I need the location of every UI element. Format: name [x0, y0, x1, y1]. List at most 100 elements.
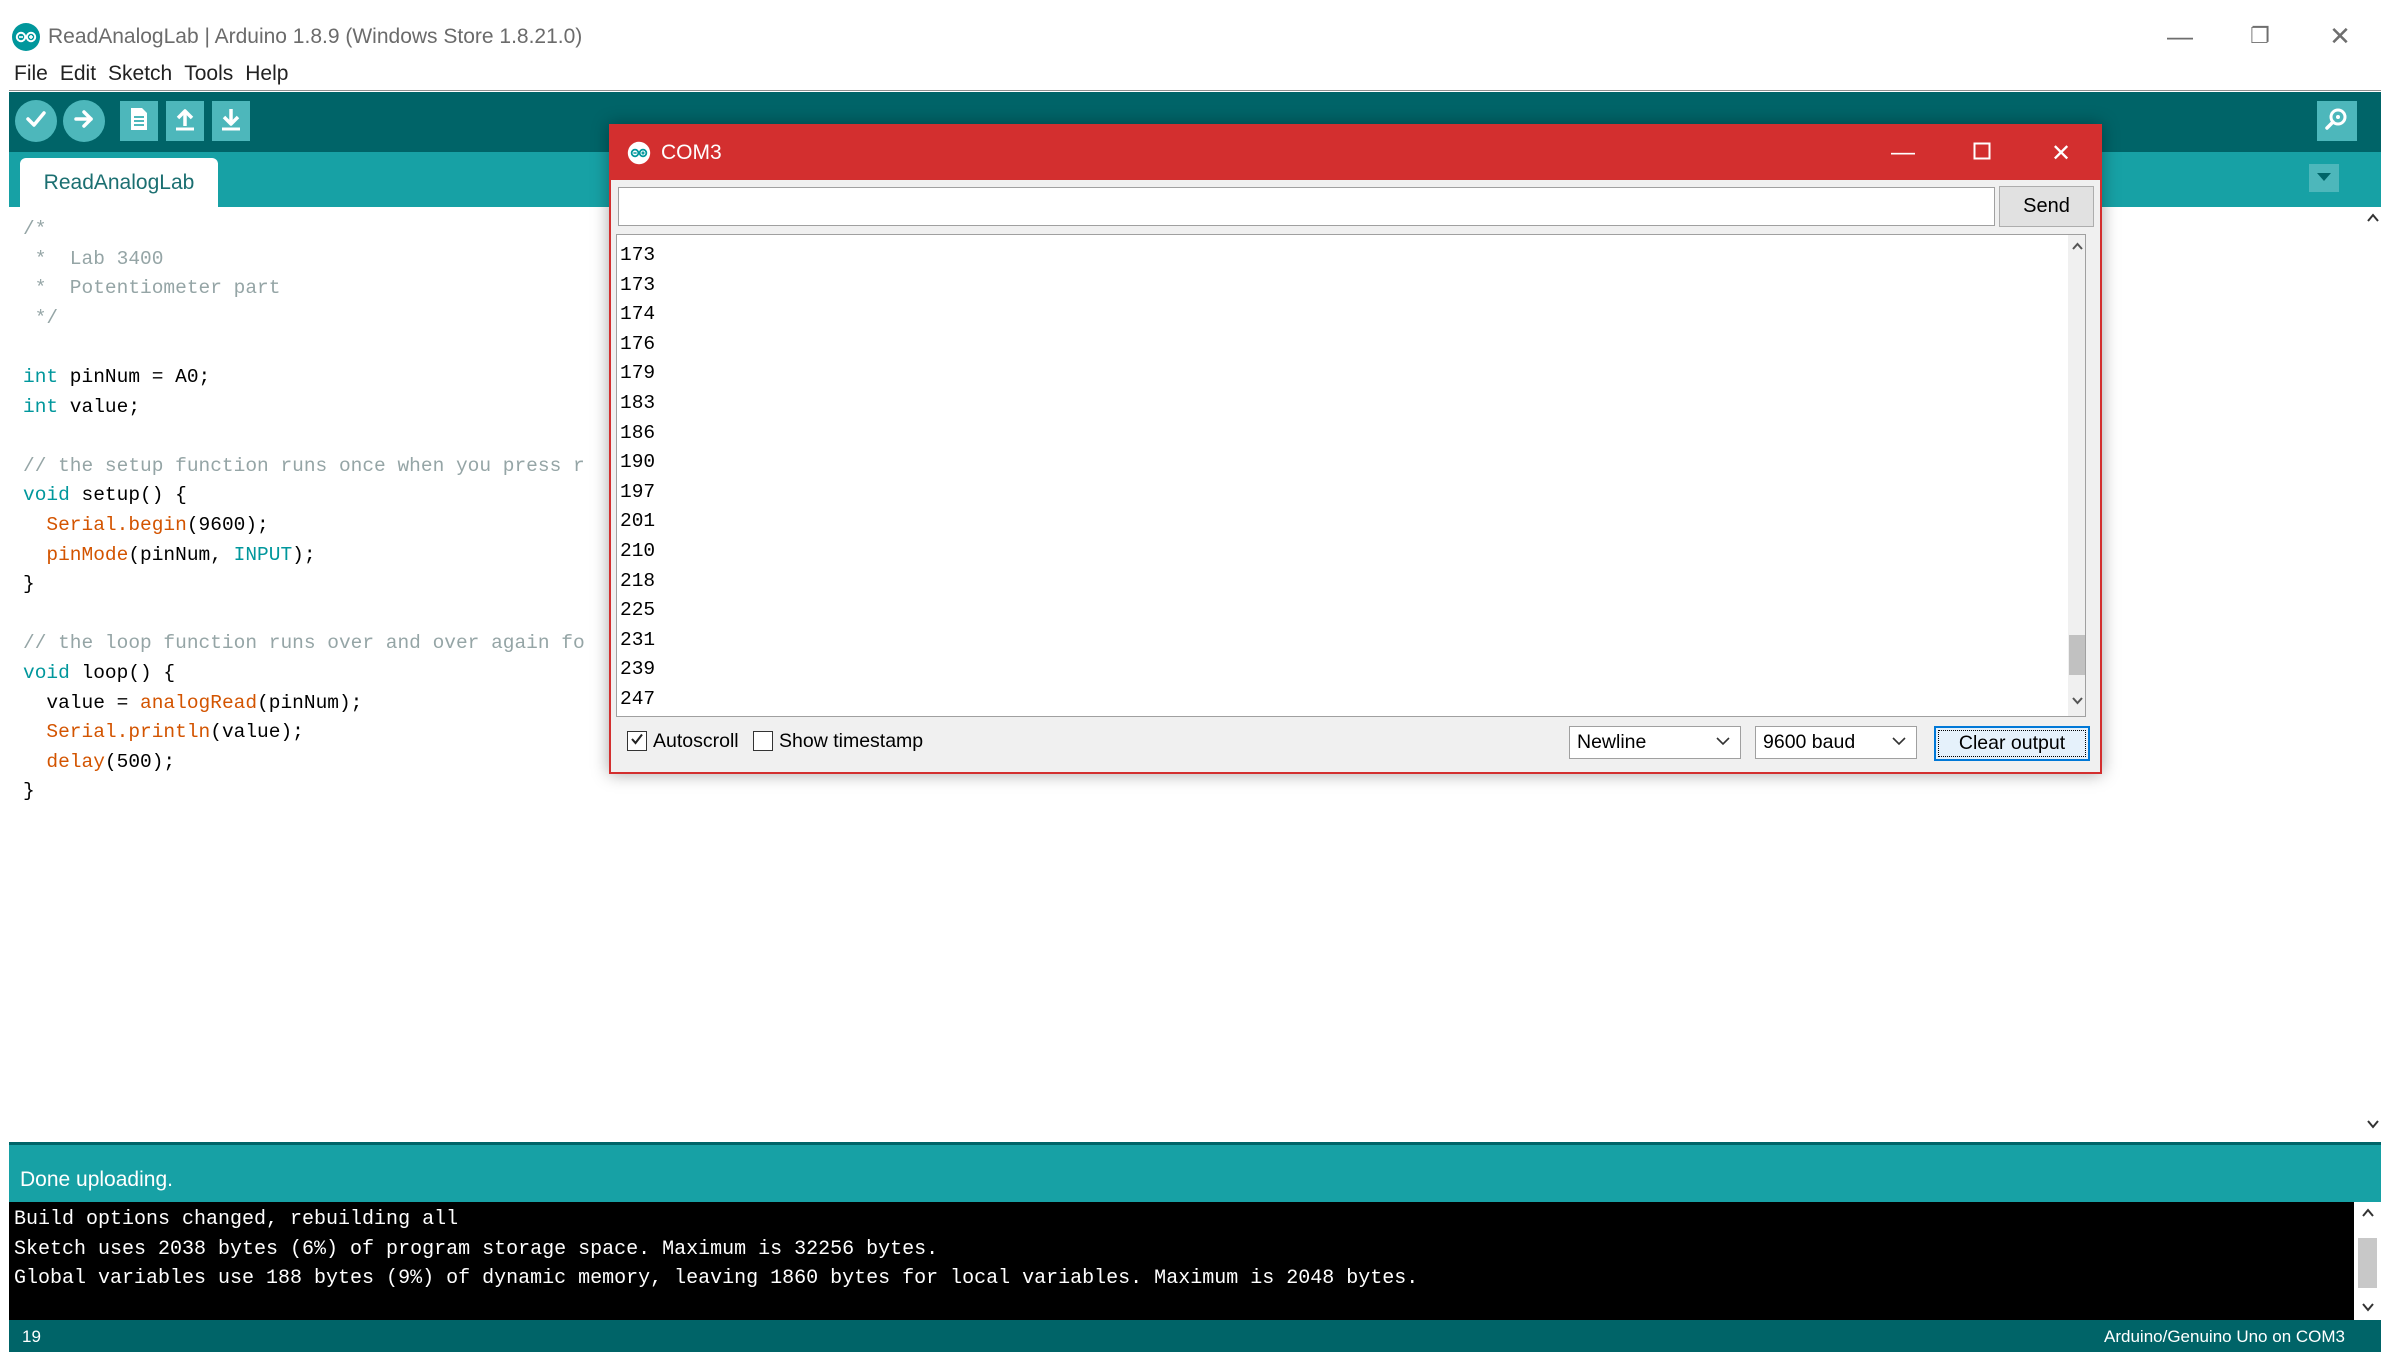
minimize-button[interactable]: — [2140, 14, 2220, 58]
code-line: } [23, 573, 35, 596]
code-line: } [23, 780, 35, 803]
serial-output-text: 173 173 174 176 179 183 186 190 197 201 210 218 225 2… [620, 241, 655, 715]
save-icon [219, 106, 243, 137]
editor-scrollbar[interactable] [2364, 207, 2381, 1142]
serial-scroll-thumb[interactable] [2069, 635, 2085, 675]
checkmark-icon [629, 731, 645, 752]
baud-rate-select[interactable]: 9600 baud [1755, 726, 1917, 759]
console-scrollbar[interactable] [2354, 1202, 2381, 1320]
menu-divider [9, 90, 2381, 91]
code-line: void setup() { [23, 484, 187, 507]
scroll-up-icon[interactable] [2070, 240, 2085, 252]
magnifier-icon [2323, 105, 2351, 138]
maximize-icon [1973, 139, 1991, 167]
close-button[interactable]: ✕ [2300, 14, 2380, 58]
code-line: int pinNum = A0; [23, 365, 211, 388]
clear-output-button[interactable]: Clear output [1934, 726, 2090, 761]
board-port-info: Arduino/Genuino Uno on COM3 [2104, 1327, 2345, 1346]
serial-line: 231 [620, 628, 656, 651]
serial-monitor-window: COM3 — ✕ Send 173 173 174 176 179 183 186 190 19… [609, 124, 2102, 774]
console-line: Sketch uses 2038 bytes (6%) of program s… [14, 1237, 939, 1261]
serial-send-input[interactable] [618, 187, 1995, 226]
chevron-down-icon [1892, 733, 1906, 750]
serial-line: 225 [620, 599, 656, 622]
arduino-logo-icon [627, 141, 651, 165]
verify-button[interactable] [15, 100, 57, 142]
code-line: void loop() { [23, 661, 176, 684]
serial-monitor-titlebar[interactable]: COM3 — ✕ [611, 126, 2100, 180]
new-icon [128, 106, 150, 137]
serial-line: 176 [620, 332, 656, 355]
console-line: Global variables use 188 bytes (9%) of d… [14, 1267, 1419, 1290]
open-button[interactable] [166, 101, 204, 141]
send-button[interactable]: Send [1999, 186, 2094, 227]
code-line: int value; [23, 395, 141, 418]
window-title: ReadAnalogLab | Arduino 1.8.9 (Windows S… [48, 25, 583, 48]
tab-readanaloglab[interactable]: ReadAnalogLab [20, 158, 218, 207]
menu-bar: File Edit Sketch Tools Help [0, 58, 2384, 90]
serial-line: 179 [620, 362, 656, 385]
menu-sketch[interactable]: Sketch [108, 59, 172, 89]
code-line: ​ [23, 422, 585, 452]
code-line: // the setup function runs once when you… [23, 454, 585, 477]
serial-monitor-button[interactable] [2317, 101, 2357, 141]
show-timestamp-label[interactable]: Show timestamp [779, 728, 923, 754]
sm-minimize-button[interactable]: — [1873, 129, 1933, 177]
serial-line: 247 [620, 687, 656, 710]
baud-rate-value: 9600 baud [1763, 731, 1856, 753]
sm-close-button[interactable]: ✕ [2031, 129, 2091, 177]
close-icon: ✕ [2329, 20, 2351, 51]
console-line: Build options changed, rebuilding all [14, 1208, 459, 1231]
status-bar: Done uploading. [9, 1142, 2381, 1202]
serial-line: 201 [620, 510, 656, 533]
minimize-icon: — [1891, 139, 1915, 166]
serial-line: 218 [620, 569, 656, 592]
console-scroll-thumb[interactable] [2358, 1238, 2377, 1288]
tab-menu-button[interactable] [2309, 164, 2339, 192]
restore-button[interactable]: ❐ [2220, 14, 2300, 58]
code-line: pinMode(pinNum, INPUT); [46, 543, 316, 566]
menu-file[interactable]: File [14, 59, 48, 89]
scroll-up-icon[interactable] [2360, 1206, 2376, 1220]
menu-tools[interactable]: Tools [184, 59, 233, 89]
restore-icon: ❐ [2250, 23, 2270, 48]
menu-help[interactable]: Help [245, 59, 288, 89]
show-timestamp-checkbox[interactable] [753, 731, 773, 751]
code-line: delay(500); [46, 750, 176, 773]
new-button[interactable] [120, 101, 158, 141]
open-icon [173, 106, 197, 137]
footer-bar: 19 Arduino/Genuino Uno on COM3 [9, 1320, 2381, 1352]
code-line: */ [23, 306, 59, 329]
save-button[interactable] [212, 101, 250, 141]
sm-maximize-button[interactable] [1952, 129, 2012, 177]
code-line: Serial.println(value); [46, 721, 304, 744]
menu-edit[interactable]: Edit [60, 59, 96, 89]
serial-line: 239 [620, 658, 656, 681]
serial-line: 183 [620, 391, 656, 414]
scroll-up-icon[interactable] [2365, 211, 2381, 225]
code-line: * Potentiometer part [23, 277, 281, 300]
upload-button[interactable] [63, 100, 105, 142]
scroll-down-icon[interactable] [2070, 695, 2085, 707]
chevron-down-icon [2316, 169, 2332, 187]
console-output[interactable]: Build options changed, rebuilding all Ske… [9, 1202, 2354, 1320]
status-message: Done uploading. [20, 1168, 173, 1191]
code-line: /* [23, 218, 47, 240]
code-line: ​ [23, 333, 585, 363]
close-icon: ✕ [2050, 139, 2072, 167]
scroll-down-icon[interactable] [2360, 1300, 2376, 1314]
line-ending-select[interactable]: Newline [1569, 726, 1741, 759]
code-line: value = analogRead(pinNum); [23, 691, 363, 714]
autoscroll-label[interactable]: Autoscroll [653, 728, 739, 754]
verify-icon [23, 106, 49, 137]
arduino-logo-icon [11, 22, 41, 52]
code-line: // the loop function runs over and over … [23, 632, 585, 655]
serial-output-area[interactable]: 173 173 174 176 179 183 186 190 197 201 210 218 225 2… [616, 234, 2086, 717]
code-line: * Lab 3400 [23, 247, 164, 270]
minimize-icon: — [2167, 20, 2193, 51]
scroll-down-icon[interactable] [2365, 1117, 2381, 1131]
autoscroll-checkbox[interactable] [627, 731, 647, 751]
code-text: /* * Lab 3400 * Potentiometer part */​in… [23, 215, 585, 807]
serial-line: 173 [620, 244, 656, 266]
serial-line: 173 [620, 273, 656, 296]
